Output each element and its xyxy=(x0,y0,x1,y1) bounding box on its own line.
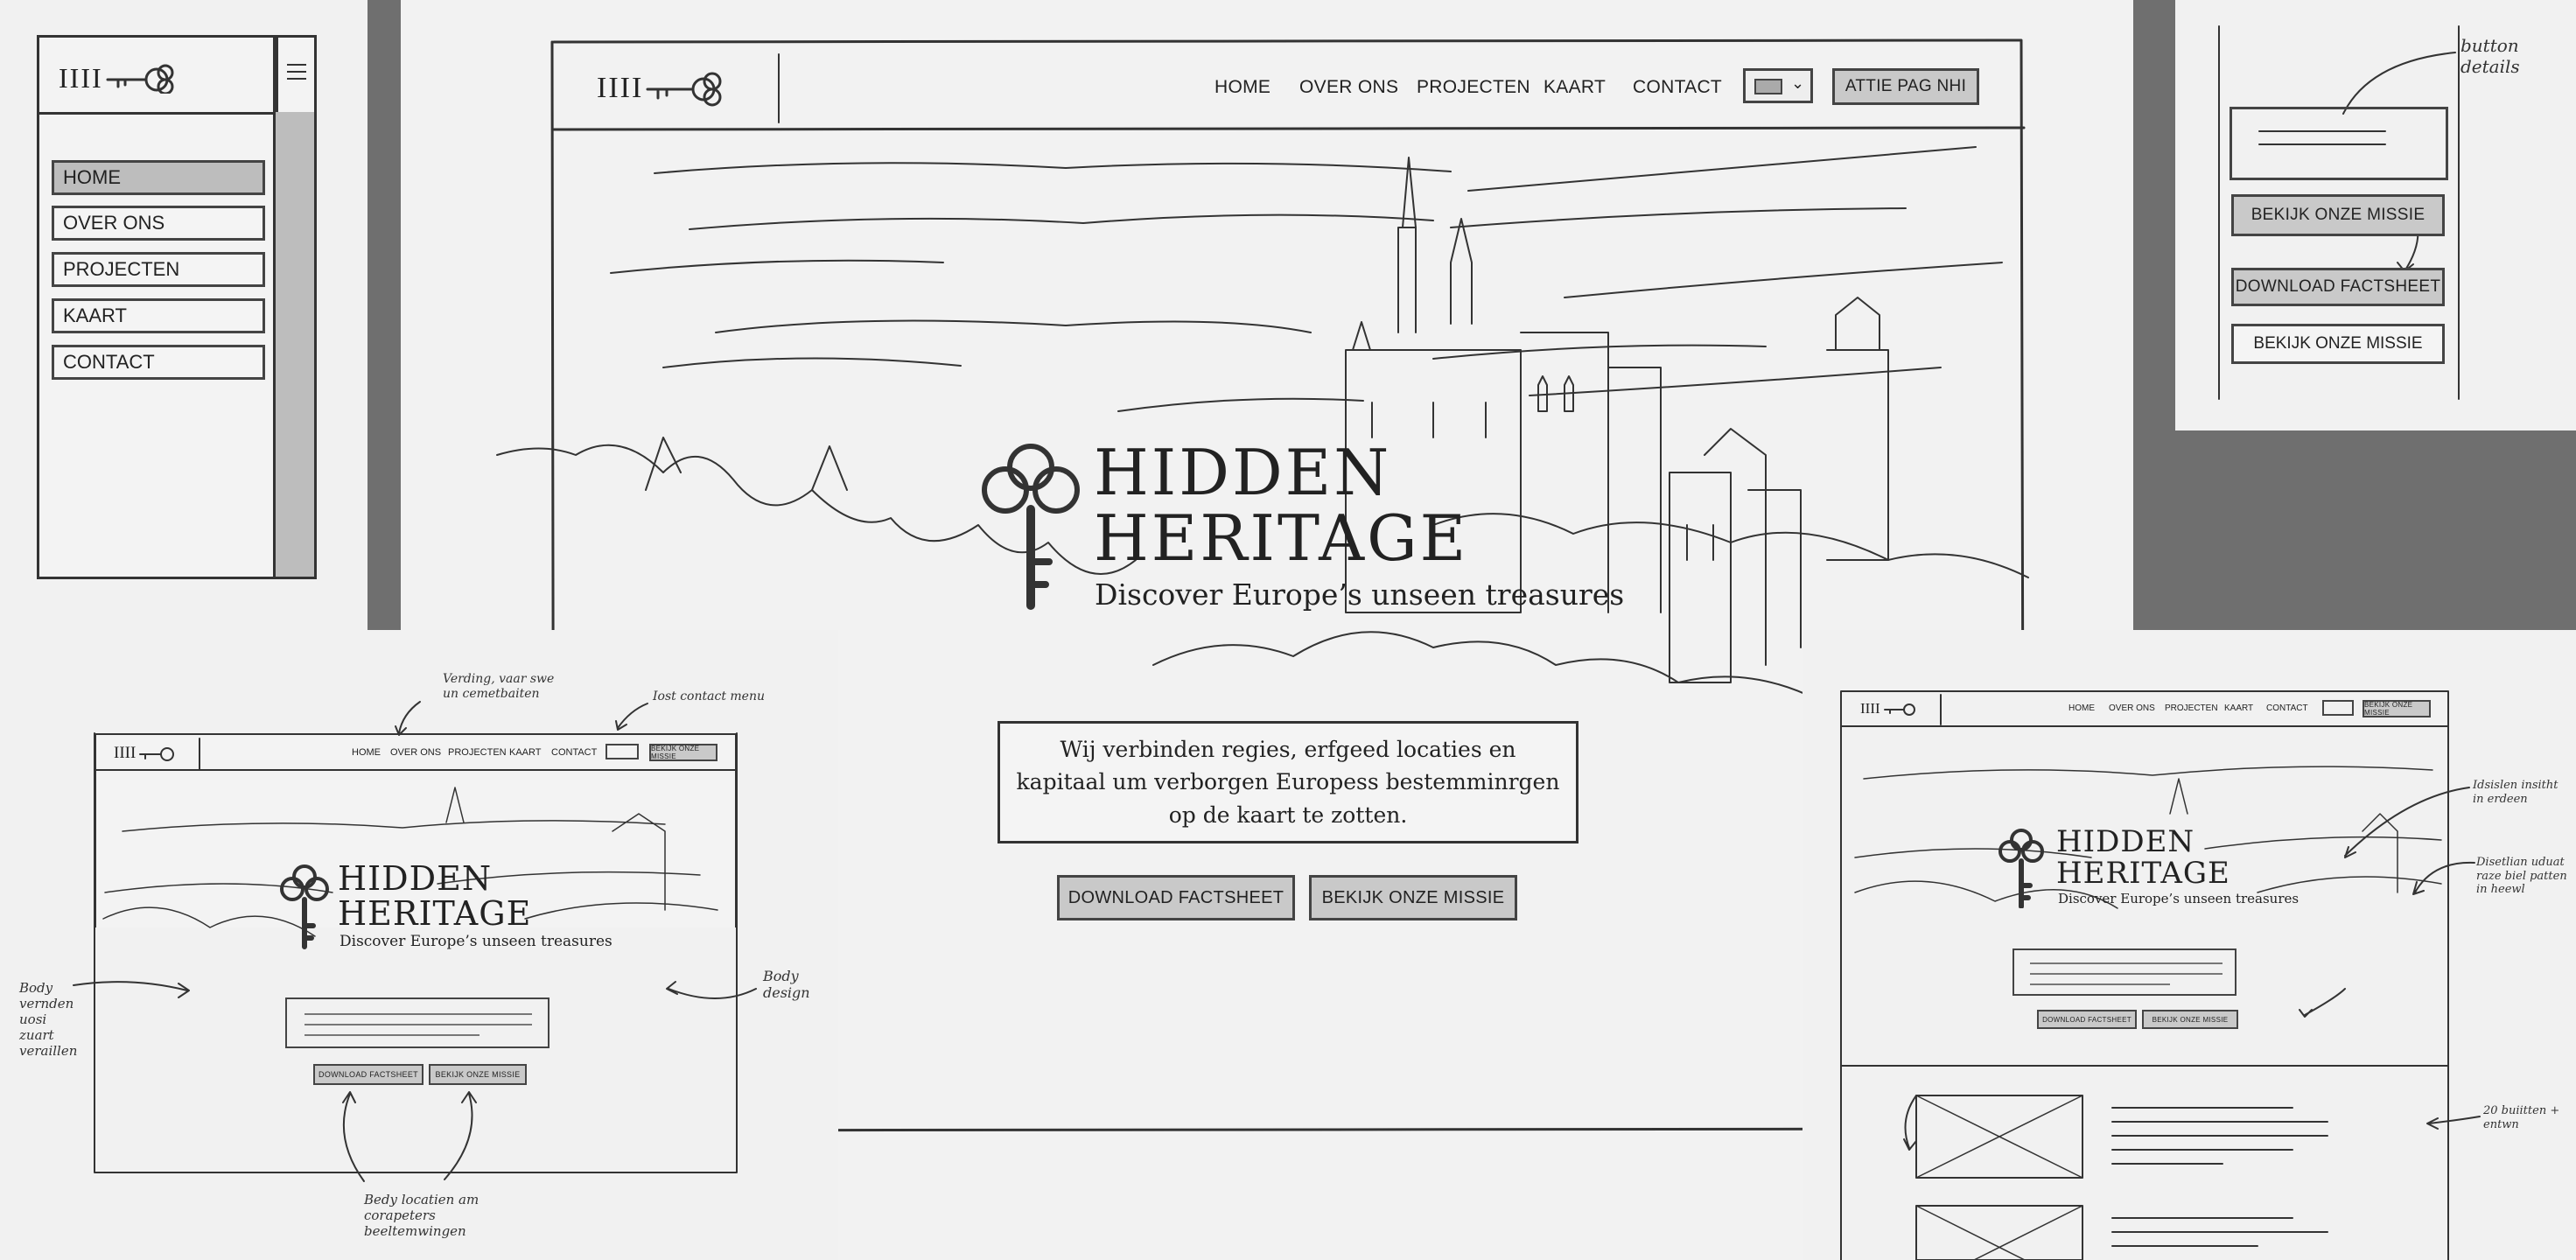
mini-download-button[interactable]: DOWNLOAD FACTSHEET xyxy=(313,1064,424,1085)
mini2-nav-kaart[interactable]: KAART xyxy=(2224,704,2253,713)
mobile-menu-projecten[interactable]: PROJECTEN xyxy=(52,252,265,287)
note-bottom: Bedy locatien am corapeters beeltemwinge… xyxy=(364,1192,480,1239)
phone-frame: IIII HOME OVER ONS PROJECTEN KAART CONTA… xyxy=(37,35,317,579)
mini2-language-select[interactable] xyxy=(2322,700,2354,716)
note-1: Idsislen insitht in erdeen xyxy=(2473,779,2558,806)
mini-header-cta[interactable]: BEKIJK ONZE MISSIE xyxy=(649,744,718,761)
mission-button[interactable]: BEKIJK ONZE MISSIE xyxy=(1309,875,1517,920)
mini2-title-line2: HERITAGE xyxy=(2056,856,2230,891)
note-contact: Iost contact menu xyxy=(653,690,765,704)
key-logo-icon xyxy=(1884,704,1915,716)
download-factsheet-button[interactable]: DOWNLOAD FACTSHEET xyxy=(1057,875,1295,920)
note-2: Disetlian uduat raze biel patten in heew… xyxy=(2476,856,2567,897)
mini2-title-line1: HIDDEN xyxy=(2056,824,2195,859)
mini-key-emblem-icon xyxy=(280,864,329,949)
annotated-desktop-sketch: IIII HOME OVER ONS PROJECTEN KAART CONTA… xyxy=(0,630,838,1260)
hamburger-icon[interactable] xyxy=(276,38,314,112)
note-right: Body design xyxy=(763,968,810,1002)
hero-title-line1: HIDDEN xyxy=(1094,436,1392,509)
mobile-menu-sketch: IIII HOME OVER ONS PROJECTEN KAART CONTA… xyxy=(0,0,368,630)
mini-nav-over-ons[interactable]: OVER ONS xyxy=(390,747,441,758)
detail-text-box xyxy=(2230,107,2448,180)
mobile-menu-kaart[interactable]: KAART xyxy=(52,298,265,333)
logo-text: IIII xyxy=(59,62,103,94)
mini-nav-projecten[interactable]: PROJECTEN xyxy=(448,747,507,758)
mini2-nav-over-ons[interactable]: OVER ONS xyxy=(2109,704,2155,713)
button-details-sketch: button details BEKIJK ONZE MISSIE DOWNLO… xyxy=(2175,0,2576,430)
annotated-desktop-sketch-2: IIII HOME OVER ONS PROJECTEN KAART CONTA… xyxy=(1802,630,2576,1260)
mini2-nav-home[interactable]: HOME xyxy=(2068,704,2095,713)
intro-text: Wij verbinden regies, erfgeed locaties e… xyxy=(1016,736,1560,828)
note-top: Verding, vaar swe un cemetbaiten xyxy=(443,672,555,701)
mini-title-line1: HIDDEN xyxy=(338,859,493,898)
mobile-menu-over-ons[interactable]: OVER ONS xyxy=(52,206,265,241)
mini-subtitle: Discover Europe’s unseen treasures xyxy=(340,933,612,950)
detail-mission-outline-button[interactable]: BEKIJK ONZE MISSIE xyxy=(2231,324,2445,364)
hero-subtitle: Discover Europe’s unseen treasures xyxy=(1095,578,1625,612)
mini2-key-emblem-icon xyxy=(1998,829,2044,908)
mobile-menu-home[interactable]: HOME xyxy=(52,160,265,195)
mini2-nav-projecten[interactable]: PROJECTEN xyxy=(2165,704,2218,713)
note-left: Body vernden uosi zuart veraillen xyxy=(19,980,78,1059)
mini-intro-box xyxy=(285,998,550,1048)
mini2-intro-box xyxy=(2012,948,2236,996)
mini2-header-cta[interactable]: BEKIJK ONZE MISSIE xyxy=(2362,700,2431,718)
note-3: 20 buiitten + entwn xyxy=(2483,1104,2560,1131)
key-emblem-icon xyxy=(982,444,1080,610)
hero-title-line2: HERITAGE xyxy=(1094,501,1469,575)
detail-download-button[interactable]: DOWNLOAD FACTSHEET xyxy=(2231,268,2445,306)
mini2-subtitle: Discover Europe’s unseen treasures xyxy=(2058,891,2300,906)
menu-rail xyxy=(273,38,314,577)
mini-site-lines-2 xyxy=(1840,690,2481,1260)
logo-text: IIII xyxy=(1860,700,1880,717)
mini-nav-kaart[interactable]: KAART xyxy=(509,747,541,758)
mini2-mission-button[interactable]: BEKIJK ONZE MISSIE xyxy=(2142,1010,2238,1029)
mini-nav-home[interactable]: HOME xyxy=(352,747,381,758)
key-logo-icon xyxy=(139,747,174,761)
logo-text: IIII xyxy=(114,744,136,762)
intro-text-box: Wij verbinden regies, erfgeed locaties e… xyxy=(998,721,1578,844)
mini-language-select[interactable] xyxy=(606,744,639,760)
mini-title-line2: HERITAGE xyxy=(338,894,532,933)
button-details-note: button details xyxy=(2460,35,2520,77)
mini-nav-contact[interactable]: CONTACT xyxy=(551,747,597,758)
mini-mission-button[interactable]: BEKIJK ONZE MISSIE xyxy=(429,1064,527,1085)
mini2-nav-contact[interactable]: CONTACT xyxy=(2266,704,2308,713)
key-logo-icon xyxy=(106,64,174,94)
mini2-download-button[interactable]: DOWNLOAD FACTSHEET xyxy=(2037,1010,2137,1029)
detail-mission-button[interactable]: BEKIJK ONZE MISSIE xyxy=(2231,194,2445,236)
mobile-menu-contact[interactable]: CONTACT xyxy=(52,345,265,380)
